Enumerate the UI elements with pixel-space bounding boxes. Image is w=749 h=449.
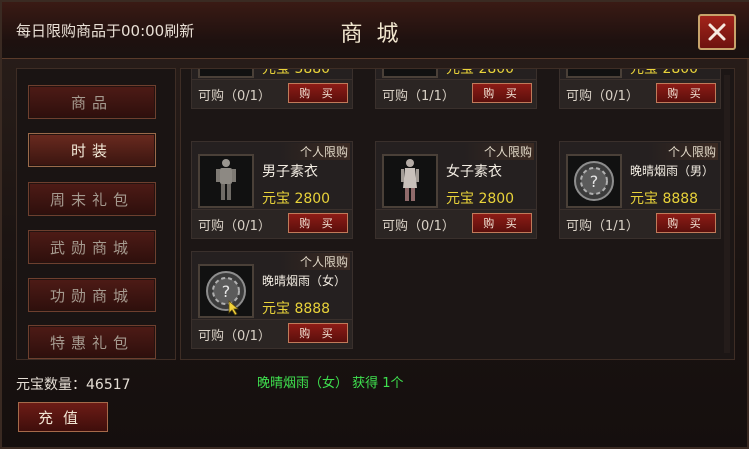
limit-tag: 个人限购 bbox=[279, 253, 350, 270]
buy-button[interactable]: 购 买 bbox=[656, 83, 716, 103]
buy-button[interactable]: 购 买 bbox=[288, 213, 348, 233]
cursor-icon bbox=[228, 300, 240, 316]
product-card[interactable]: 个人限购 ? 晚晴烟雨（女） 元宝 8888 可购（0/1） 购 买 bbox=[191, 251, 353, 349]
buy-button[interactable]: 购 买 bbox=[288, 83, 348, 103]
buy-button[interactable]: 购 买 bbox=[288, 323, 348, 343]
product-card: 元宝 5880 可购（0/1） 购 买 bbox=[191, 68, 353, 109]
mystery-item-icon: ? bbox=[206, 271, 246, 311]
svg-text:?: ? bbox=[222, 282, 231, 301]
item-price: 元宝 8888 bbox=[262, 301, 331, 317]
purchase-bar: 可购（1/1） 购 买 bbox=[376, 79, 536, 108]
purchase-bar: 可购（0/1） 购 买 bbox=[192, 319, 352, 348]
category-tabs: 商品 时装 周末礼包 武勋商城 功勋商城 特惠礼包 bbox=[16, 68, 176, 360]
male-outfit-icon bbox=[216, 159, 236, 200]
purchase-bar: 可购（0/1） 购 买 bbox=[192, 209, 352, 238]
item-name: 女子素衣 bbox=[446, 164, 502, 180]
item-icon bbox=[198, 154, 254, 208]
tab-goods[interactable]: 商品 bbox=[28, 85, 156, 119]
item-icon bbox=[382, 69, 438, 78]
item-price: 元宝 2800 bbox=[446, 191, 515, 207]
close-button[interactable] bbox=[698, 14, 736, 50]
title-bar: 每日限购商品于00:00刷新 商城 bbox=[2, 2, 749, 59]
purchase-limit: 可购（1/1） bbox=[566, 219, 639, 234]
tab-weekend-pack[interactable]: 周末礼包 bbox=[28, 182, 156, 216]
tab-fashion[interactable]: 时装 bbox=[28, 133, 156, 167]
item-icon: ? bbox=[566, 154, 622, 208]
window-title: 商城 bbox=[340, 22, 413, 47]
recharge-button[interactable]: 充值 bbox=[18, 402, 108, 432]
item-price: 元宝 8888 bbox=[630, 191, 699, 207]
scrollbar[interactable] bbox=[724, 75, 730, 353]
product-card: 元宝 2800 可购（1/1） 购 买 bbox=[375, 68, 537, 109]
item-price: 元宝 2800 bbox=[630, 68, 699, 77]
buy-button[interactable]: 购 买 bbox=[472, 83, 532, 103]
purchase-limit: 可购（1/1） bbox=[382, 89, 455, 104]
product-list: 元宝 5880 可购（0/1） 购 买 元宝 2800 可购（1/1） 购 买 … bbox=[180, 68, 735, 360]
purchase-limit: 可购（0/1） bbox=[198, 219, 271, 234]
product-card: 元宝 2800 可购（0/1） 购 买 bbox=[559, 68, 721, 109]
purchase-bar: 可购（1/1） 购 买 bbox=[560, 209, 720, 238]
tab-honor-shop[interactable]: 武勋商城 bbox=[28, 230, 156, 264]
buy-button[interactable]: 购 买 bbox=[472, 213, 532, 233]
purchase-limit: 可购（0/1） bbox=[382, 219, 455, 234]
purchase-limit: 可购（0/1） bbox=[198, 329, 271, 344]
item-icon bbox=[198, 69, 254, 78]
product-card[interactable]: 个人限购 女子素衣 元宝 2800 可购（0/1） 购 买 bbox=[375, 141, 537, 239]
currency-balance: 元宝数量：46517 bbox=[16, 377, 131, 393]
close-icon bbox=[708, 23, 726, 41]
item-name: 晚晴烟雨（男） bbox=[630, 164, 715, 178]
purchase-bar: 可购（0/1） 购 买 bbox=[560, 79, 720, 108]
item-icon bbox=[382, 154, 438, 208]
limit-tag: 个人限购 bbox=[279, 143, 350, 160]
purchase-bar: 可购（0/1） 购 买 bbox=[376, 209, 536, 238]
item-icon: ? bbox=[198, 264, 254, 318]
purchase-limit: 可购（0/1） bbox=[566, 89, 639, 104]
mystery-item-icon: ? bbox=[574, 161, 614, 201]
limit-tag: 个人限购 bbox=[647, 143, 718, 160]
item-price: 元宝 5880 bbox=[262, 68, 331, 77]
item-price: 元宝 2800 bbox=[262, 191, 331, 207]
item-icon bbox=[566, 69, 622, 78]
purchase-bar: 可购（0/1） 购 买 bbox=[192, 79, 352, 108]
item-price: 元宝 2800 bbox=[446, 68, 515, 77]
product-card[interactable]: 个人限购 ? 晚晴烟雨（男） 元宝 8888 可购（1/1） 购 买 bbox=[559, 141, 721, 239]
shop-window: 每日限购商品于00:00刷新 商城 商品 时装 周末礼包 武勋商城 功勋商城 特… bbox=[0, 0, 749, 449]
limit-tag: 个人限购 bbox=[463, 143, 534, 160]
female-outfit-icon bbox=[401, 159, 419, 201]
item-name: 男子素衣 bbox=[262, 164, 318, 180]
buy-button[interactable]: 购 买 bbox=[656, 213, 716, 233]
item-name: 晚晴烟雨（女） bbox=[262, 274, 347, 288]
purchase-limit: 可购（0/1） bbox=[198, 89, 271, 104]
tab-special-pack[interactable]: 特惠礼包 bbox=[28, 325, 156, 359]
tab-merit-shop[interactable]: 功勋商城 bbox=[28, 278, 156, 312]
acquisition-message: 晚晴烟雨（女） 获得 1个 bbox=[257, 376, 404, 391]
product-card[interactable]: 个人限购 男子素衣 元宝 2800 可购（0/1） 购 买 bbox=[191, 141, 353, 239]
svg-text:?: ? bbox=[590, 172, 599, 191]
